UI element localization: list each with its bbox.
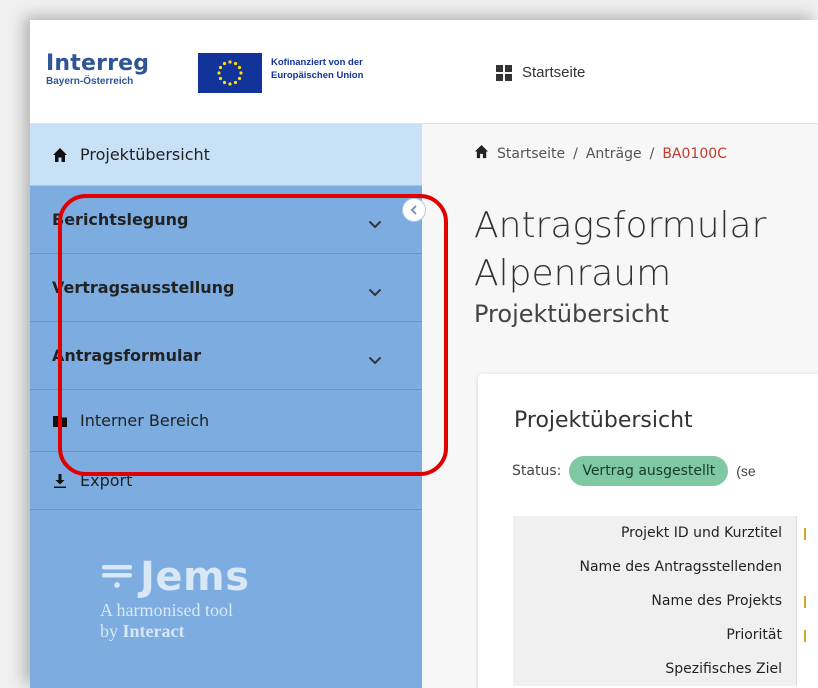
sidebar-item-label: Berichtslegung <box>52 210 189 229</box>
nav-startseite[interactable]: Startseite <box>496 64 585 81</box>
sidebar-item-label: Antragsformular <box>52 346 202 365</box>
jems-tagline-prefix: by <box>100 621 123 641</box>
download-icon <box>52 473 68 489</box>
status-label: Status: <box>512 463 562 479</box>
main-content: Startseite / Anträge / BA0100C Antragsfo… <box>422 124 818 688</box>
jems-tagline-interact: Interact <box>122 621 185 641</box>
sidebar-item-label: Export <box>80 471 133 490</box>
page-subtitle: Projektübersicht <box>474 300 669 328</box>
table-row: Priorität <box>513 618 818 652</box>
eu-flag-icon <box>198 53 262 93</box>
table-row: Projekt ID und Kurztitel <box>513 516 818 550</box>
sidebar-item-projektuebersicht[interactable]: Projektübersicht <box>30 124 422 186</box>
breadcrumb-separator: / <box>649 145 655 162</box>
row-key: Name des Projekts <box>651 593 782 609</box>
sidebar-item-vertragsausstellung[interactable]: Vertragsausstellung <box>30 254 422 322</box>
jems-tagline-by: by Interact <box>100 621 250 642</box>
row-value <box>796 618 818 652</box>
status-suffix: (se <box>736 463 756 479</box>
app-window: Interreg Bayern-Österreich Kofinanziert … <box>30 20 818 688</box>
breadcrumb: Startseite / Anträge / BA0100C <box>474 144 727 163</box>
row-value <box>796 652 818 686</box>
page-title-line2: Alpenraum <box>474 253 672 294</box>
card-title: Projektübersicht <box>514 408 693 433</box>
table-row: Name des Antragsstellenden <box>513 550 818 584</box>
sidebar-item-antragsformular[interactable]: Antragsformular <box>30 322 422 390</box>
row-value <box>796 584 818 618</box>
home-icon[interactable] <box>474 144 489 163</box>
chevron-down-icon <box>368 284 382 302</box>
sidebar-item-berichtslegung[interactable]: Berichtslegung <box>30 186 422 254</box>
breadcrumb-separator: / <box>573 145 578 162</box>
row-key: Spezifisches Ziel <box>665 661 782 677</box>
page-title: Antragsformular Alpenraum <box>474 202 766 298</box>
chevron-down-icon <box>368 352 382 370</box>
jems-brand-name: Jems <box>140 554 250 600</box>
eu-text-line1: Kofinanziert von der <box>271 57 363 68</box>
breadcrumb-startseite[interactable]: Startseite <box>497 146 565 162</box>
sidebar-item-label: Projektübersicht <box>80 145 210 164</box>
row-key: Priorität <box>726 627 782 643</box>
top-bar: Interreg Bayern-Österreich Kofinanziert … <box>30 20 818 124</box>
project-overview-card: Projektübersicht Status: Vertrag ausgest… <box>478 374 818 688</box>
home-icon <box>52 147 68 163</box>
status-badge: Vertrag ausgestellt <box>569 456 729 486</box>
jems-mark-icon <box>100 560 134 595</box>
sidebar-item-interner-bereich[interactable]: Interner Bereich <box>30 390 422 452</box>
sidebar-item-label: Interner Bereich <box>80 411 210 430</box>
table-row: Spezifisches Ziel <box>513 652 818 686</box>
sidebar: Projektübersicht Berichtslegung Vertrags… <box>30 124 422 688</box>
jems-logo: Jems A harmonised tool by Interact <box>100 554 250 642</box>
sidebar-item-label: Vertragsausstellung <box>52 278 235 297</box>
breadcrumb-antraege[interactable]: Anträge <box>586 146 642 162</box>
row-value <box>796 550 818 584</box>
nav-startseite-label: Startseite <box>522 64 586 81</box>
project-info-table: Projekt ID und Kurztitel Name des Antrag… <box>513 516 818 686</box>
row-value <box>796 516 818 550</box>
sidebar-item-export[interactable]: Export <box>30 452 422 510</box>
status-row: Status: Vertrag ausgestellt (se <box>512 456 756 486</box>
chevron-down-icon <box>368 216 382 234</box>
folder-user-icon <box>52 413 68 429</box>
row-key: Name des Antragsstellenden <box>579 559 783 575</box>
page-title-line1: Antragsformular <box>474 205 767 246</box>
breadcrumb-current: BA0100C <box>662 145 727 162</box>
interreg-logo[interactable]: Interreg Bayern-Österreich <box>46 51 150 88</box>
jems-tagline: A harmonised tool <box>100 600 233 620</box>
eu-cofunding-text: Kofinanziert von der Europäischen Union <box>271 56 363 82</box>
dashboard-icon <box>496 64 512 81</box>
table-row: Name des Projekts <box>513 584 818 618</box>
row-key: Projekt ID und Kurztitel <box>620 525 782 541</box>
interreg-logo-subtitle: Bayern-Österreich <box>46 76 134 87</box>
eu-text-line2: Europäischen Union <box>271 70 364 81</box>
interreg-logo-title: Interreg <box>46 51 150 76</box>
sidebar-collapse-toggle[interactable] <box>402 198 426 222</box>
